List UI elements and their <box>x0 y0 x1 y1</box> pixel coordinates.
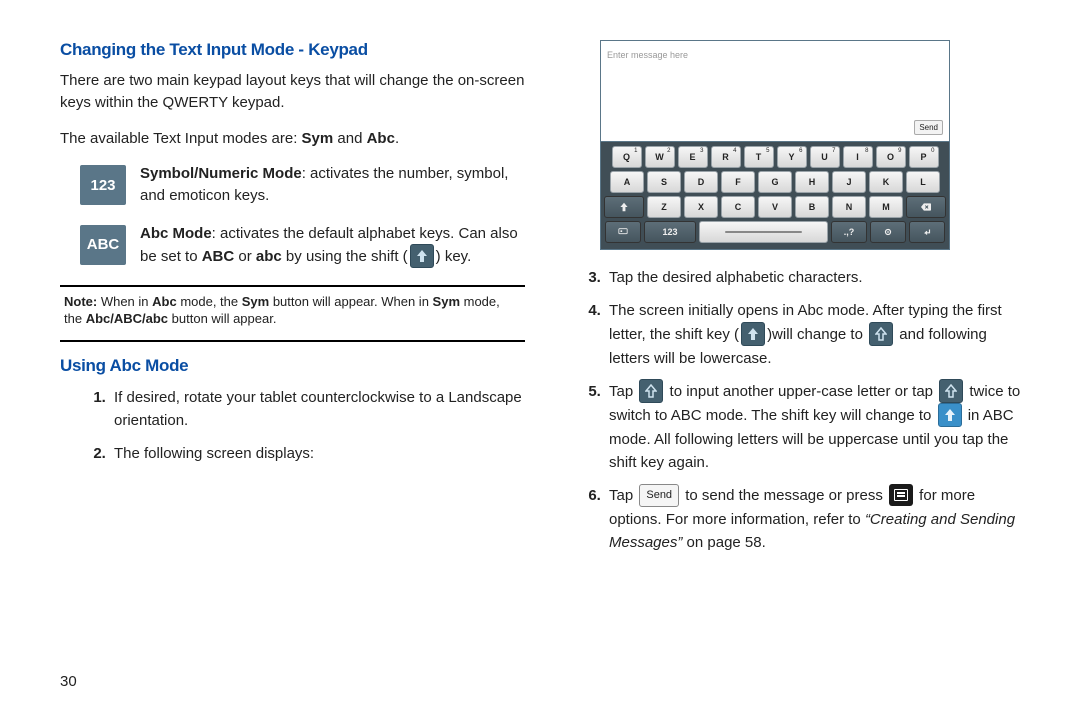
abc-lower: abc <box>256 247 282 264</box>
step-3: Tap the desired alphabetic characters. <box>605 266 1030 289</box>
key-enter-icon <box>909 221 945 243</box>
modes-available: The available Text Input modes are: Sym … <box>60 128 525 150</box>
step-4: The screen initially opens in Abc mode. … <box>605 299 1030 370</box>
key-backspace <box>906 196 946 218</box>
text: to send the message or press <box>681 487 887 504</box>
steps-list-left: If desired, rotate your tablet countercl… <box>60 386 525 466</box>
heading-changing-mode: Changing the Text Input Mode - Keypad <box>60 40 525 60</box>
intro-paragraph: There are two main keypad layout keys th… <box>60 70 525 114</box>
text: Sym <box>242 294 269 309</box>
text: on page 58. <box>682 534 765 551</box>
key-f: F <box>721 171 755 193</box>
text: Tap <box>609 487 637 504</box>
text: When in <box>97 294 152 309</box>
key-n: N <box>832 196 866 218</box>
key-k: K <box>869 171 903 193</box>
text: to input another upper-case letter or ta… <box>665 383 937 400</box>
key-punct: .,? <box>831 221 867 243</box>
keyboard-rows: Q1W2E3R4T5Y6U7I8O9P0 ASDFGHJKL ZXCVBNM 1… <box>601 142 949 249</box>
text: Abc <box>152 294 177 309</box>
text: or <box>234 247 256 264</box>
key-l: L <box>906 171 940 193</box>
key-t: T5 <box>744 146 774 168</box>
mode-123-text: Symbol/Numeric Mode: activates the numbe… <box>140 163 525 207</box>
step-1: If desired, rotate your tablet countercl… <box>110 386 525 433</box>
shift-up-filled-icon <box>741 322 765 346</box>
text: Sym <box>433 294 460 309</box>
key-j: J <box>832 171 866 193</box>
key-z: Z <box>647 196 681 218</box>
shift-up-outline-icon <box>869 322 893 346</box>
key-p: P0 <box>909 146 939 168</box>
keyboard-illustration: Enter message here Send Q1W2E3R4T5Y6U7I8… <box>600 40 950 250</box>
badge-abc-icon: ABC <box>80 225 126 265</box>
key-input-icon <box>605 221 641 243</box>
shift-up-outline-icon <box>639 379 663 403</box>
step-2: The following screen displays: <box>110 442 525 465</box>
key-o: O9 <box>876 146 906 168</box>
shift-up-outline-icon <box>939 379 963 403</box>
badge-123-icon: 123 <box>80 165 126 205</box>
key-h: H <box>795 171 829 193</box>
key-i: I8 <box>843 146 873 168</box>
shift-up-light-icon <box>938 403 962 427</box>
separator <box>60 340 525 342</box>
key-x: X <box>684 196 718 218</box>
key-space <box>699 221 828 243</box>
text: . <box>395 130 399 147</box>
steps-list-right: Tap the desired alphabetic characters. T… <box>565 266 1030 554</box>
key-123: 123 <box>644 221 696 243</box>
text: mode, the <box>177 294 242 309</box>
key-gear-icon <box>870 221 906 243</box>
mode-abc-row: ABC Abc Mode: activates the default alph… <box>80 223 525 269</box>
key-w: W2 <box>645 146 675 168</box>
sym-bold: Sym <box>302 130 334 147</box>
key-g: G <box>758 171 792 193</box>
text: button will appear. <box>168 311 276 326</box>
text: by using the shift ( <box>282 247 408 264</box>
key-e: E3 <box>678 146 708 168</box>
mode-123-row: 123 Symbol/Numeric Mode: activates the n… <box>80 163 525 207</box>
text: button will appear. When in <box>269 294 432 309</box>
text: Abc/ABC/abc <box>86 311 168 326</box>
message-area: Enter message here Send <box>601 41 949 142</box>
key-u: U7 <box>810 146 840 168</box>
text: )will change to <box>767 326 867 343</box>
separator <box>60 285 525 287</box>
text: ) key. <box>436 247 472 264</box>
key-y: Y6 <box>777 146 807 168</box>
shift-up-icon <box>410 244 434 268</box>
text: and <box>333 130 366 147</box>
message-placeholder: Enter message here <box>607 50 688 60</box>
key-d: D <box>684 171 718 193</box>
key-b: B <box>795 196 829 218</box>
key-a: A <box>610 171 644 193</box>
text: The available Text Input modes are: <box>60 130 302 147</box>
mode-123-title: Symbol/Numeric Mode <box>140 165 302 182</box>
key-q: Q1 <box>612 146 642 168</box>
text: Tap <box>609 383 637 400</box>
send-button-icon: Send <box>639 484 679 507</box>
note-box: Note: When in Abc mode, the Sym button w… <box>60 293 525 330</box>
key-s: S <box>647 171 681 193</box>
key-r: R4 <box>711 146 741 168</box>
key-shift <box>604 196 644 218</box>
abc-bold: Abc <box>367 130 395 147</box>
mode-abc-text: Abc Mode: activates the default alphabet… <box>140 223 525 269</box>
step-5: Tap to input another upper-case letter o… <box>605 380 1030 475</box>
mode-abc-title: Abc Mode <box>140 225 212 242</box>
note-label: Note: <box>64 294 97 309</box>
step-6: Tap Send to send the message or press fo… <box>605 484 1030 554</box>
illus-send-button: Send <box>914 120 943 135</box>
right-column: Enter message here Send Q1W2E3R4T5Y6U7I8… <box>565 40 1030 564</box>
key-c: C <box>721 196 755 218</box>
left-column: Changing the Text Input Mode - Keypad Th… <box>60 40 525 564</box>
options-menu-icon <box>889 484 913 506</box>
key-m: M <box>869 196 903 218</box>
page-number: 30 <box>60 673 77 690</box>
key-v: V <box>758 196 792 218</box>
abc-caps: ABC <box>202 247 235 264</box>
heading-using-abc: Using Abc Mode <box>60 356 525 376</box>
